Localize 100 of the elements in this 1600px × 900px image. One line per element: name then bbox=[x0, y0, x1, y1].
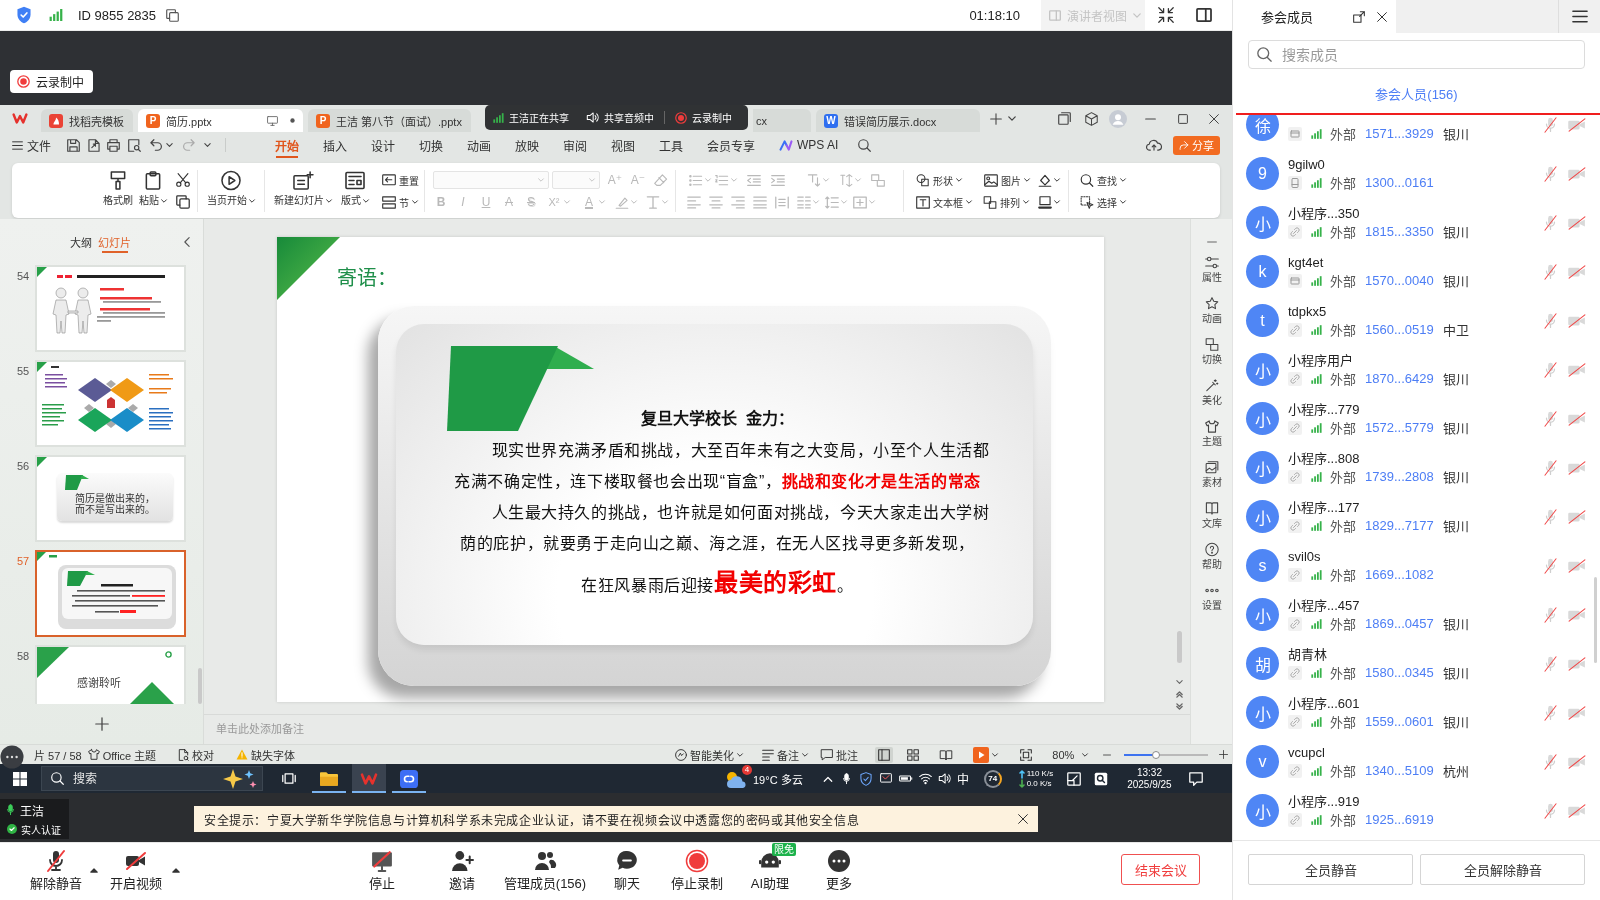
stop-recording-button[interactable]: 停止录制 bbox=[662, 843, 732, 900]
proofing-button[interactable]: 校对 bbox=[178, 745, 215, 764]
mute-all-button[interactable]: 全员静音 bbox=[1248, 854, 1413, 885]
weather-text[interactable]: 19°C 多云 bbox=[753, 770, 803, 787]
start-video-button[interactable]: 开启视频 bbox=[102, 843, 170, 900]
zoom-in-icon[interactable] bbox=[1219, 750, 1229, 759]
document-tab[interactable]: P 王洁 第八节（面试）.pptx bbox=[308, 109, 471, 132]
ribbon-tab[interactable]: 设计 bbox=[359, 132, 407, 158]
view-button[interactable] bbox=[875, 746, 894, 763]
muted-microphone-icon[interactable] bbox=[1544, 165, 1557, 182]
muted-microphone-icon[interactable] bbox=[1544, 459, 1557, 476]
smart-beautify-button[interactable]: 智能美化 bbox=[675, 745, 744, 764]
text-box-button[interactable]: 文本框 bbox=[916, 193, 972, 211]
next-slide-icon[interactable] bbox=[1176, 703, 1183, 710]
transition-button[interactable]: 切换 bbox=[1191, 337, 1232, 378]
microphone-icon[interactable] bbox=[842, 772, 850, 785]
battery-icon[interactable] bbox=[898, 775, 913, 782]
undo-icon[interactable] bbox=[150, 139, 163, 151]
close-icon[interactable] bbox=[1377, 11, 1387, 22]
scroll-down-icon[interactable] bbox=[1176, 680, 1183, 684]
video-off-icon[interactable] bbox=[1567, 411, 1587, 426]
muted-microphone-icon[interactable] bbox=[1544, 214, 1557, 231]
beautify-button[interactable]: 美化 bbox=[1191, 378, 1232, 419]
video-off-icon[interactable] bbox=[1567, 460, 1587, 475]
document-tab[interactable]: cx bbox=[753, 109, 811, 132]
zoom-level-dropdown[interactable]: 80% bbox=[1052, 745, 1089, 764]
copy-icon[interactable] bbox=[176, 195, 190, 209]
fit-window-icon[interactable] bbox=[1020, 748, 1033, 761]
find-button[interactable]: 查找 bbox=[1080, 171, 1126, 189]
muted-microphone-icon[interactable] bbox=[1544, 312, 1557, 329]
chevron-up-icon[interactable] bbox=[822, 775, 833, 782]
settings-button[interactable]: 设置 bbox=[1191, 583, 1232, 624]
document-tab[interactable]: W 错误简历展示.docx bbox=[816, 109, 980, 132]
scrollbar-thumb[interactable] bbox=[1594, 577, 1597, 663]
muted-microphone-icon[interactable] bbox=[1544, 361, 1557, 378]
video-off-icon[interactable] bbox=[1567, 558, 1587, 573]
plus-icon[interactable] bbox=[990, 112, 1002, 125]
muted-microphone-icon[interactable] bbox=[1544, 508, 1557, 525]
overlapping-squares-icon[interactable] bbox=[1058, 112, 1071, 125]
file-menu-button[interactable]: 文件 bbox=[12, 136, 51, 154]
document-tab[interactable]: 找稻壳模板 bbox=[41, 109, 133, 132]
minimize-icon[interactable] bbox=[1145, 117, 1156, 120]
ai-assistant-button[interactable]: 限免 AI助理 bbox=[738, 843, 802, 900]
caret-icon[interactable] bbox=[204, 143, 211, 147]
stop-share-button[interactable]: 停止 bbox=[352, 843, 412, 900]
frame-icon[interactable] bbox=[1067, 771, 1082, 786]
taskbar-search-field[interactable]: 搜索 bbox=[41, 766, 263, 791]
zigzag-logo-icon[interactable] bbox=[12, 112, 28, 125]
cloud-upload-icon[interactable] bbox=[1146, 139, 1162, 151]
unmute-all-button[interactable]: 全员解除静音 bbox=[1420, 854, 1585, 885]
help-button[interactable]: 帮助 bbox=[1191, 542, 1232, 583]
pop-out-icon[interactable] bbox=[1353, 10, 1365, 23]
video-off-icon[interactable] bbox=[1567, 607, 1587, 622]
scrollbar-thumb[interactable] bbox=[1177, 631, 1182, 663]
print-preview-icon[interactable] bbox=[128, 138, 141, 152]
options-caret-icon[interactable] bbox=[90, 868, 98, 873]
document-tab[interactable]: P 简历.pptx bbox=[138, 109, 303, 132]
layout-button[interactable]: 版式 bbox=[338, 163, 372, 218]
ribbon-tab[interactable]: 会员专享 bbox=[695, 132, 767, 158]
participants-tab[interactable]: 参会人员(156) bbox=[1375, 85, 1458, 105]
theme-button[interactable]: 主题 bbox=[1191, 419, 1232, 460]
arrange-button[interactable]: 排列 bbox=[983, 193, 1029, 211]
outline-button[interactable] bbox=[1038, 193, 1060, 211]
notes-button[interactable]: 备注 bbox=[762, 745, 809, 764]
ribbon-tab[interactable]: 动画 bbox=[455, 132, 503, 158]
search-icon[interactable] bbox=[858, 138, 872, 152]
copy-icon[interactable] bbox=[166, 8, 180, 22]
video-off-icon[interactable] bbox=[1567, 117, 1587, 132]
export-icon[interactable] bbox=[88, 138, 100, 152]
new-slide-button[interactable]: 新建幻灯片 bbox=[272, 163, 334, 218]
menu-icon[interactable] bbox=[1571, 10, 1588, 23]
invite-button[interactable]: 邀请 bbox=[432, 843, 492, 900]
muted-microphone-icon[interactable] bbox=[1544, 410, 1557, 427]
wifi-icon[interactable] bbox=[918, 773, 932, 784]
video-off-icon[interactable] bbox=[1567, 656, 1587, 671]
speaker-icon[interactable] bbox=[937, 773, 951, 784]
section-button[interactable]: 节 bbox=[382, 193, 418, 211]
paste-button[interactable]: 粘贴 bbox=[136, 163, 170, 218]
start-menu-icon[interactable] bbox=[13, 771, 27, 786]
cube-icon[interactable] bbox=[1085, 111, 1098, 126]
muted-microphone-icon[interactable] bbox=[1544, 606, 1557, 623]
split-view-icon[interactable] bbox=[1196, 8, 1212, 22]
notification-icon[interactable] bbox=[1188, 771, 1203, 786]
animation-button[interactable]: 动画 bbox=[1191, 296, 1232, 337]
caret-icon[interactable] bbox=[166, 143, 173, 147]
scissors-icon[interactable] bbox=[176, 173, 190, 187]
member-search-field[interactable]: 搜索成员 bbox=[1248, 40, 1585, 69]
unmute-button[interactable]: 解除静音 bbox=[22, 843, 90, 900]
zoom-out-icon[interactable] bbox=[1103, 753, 1112, 756]
video-off-icon[interactable] bbox=[1567, 803, 1587, 818]
picture-button[interactable]: 图片 bbox=[984, 171, 1030, 189]
search-tile-icon[interactable] bbox=[1094, 771, 1109, 786]
muted-microphone-icon[interactable] bbox=[1544, 655, 1557, 672]
redo-icon[interactable] bbox=[182, 139, 195, 151]
video-off-icon[interactable] bbox=[1567, 215, 1587, 230]
exit-fullscreen-icon[interactable] bbox=[1158, 7, 1174, 23]
select-button[interactable]: 选择 bbox=[1080, 193, 1126, 211]
screen-check-icon[interactable] bbox=[879, 773, 892, 784]
ribbon-tab[interactable]: 视图 bbox=[599, 132, 647, 158]
ribbon-tab[interactable]: 放映 bbox=[503, 132, 551, 158]
